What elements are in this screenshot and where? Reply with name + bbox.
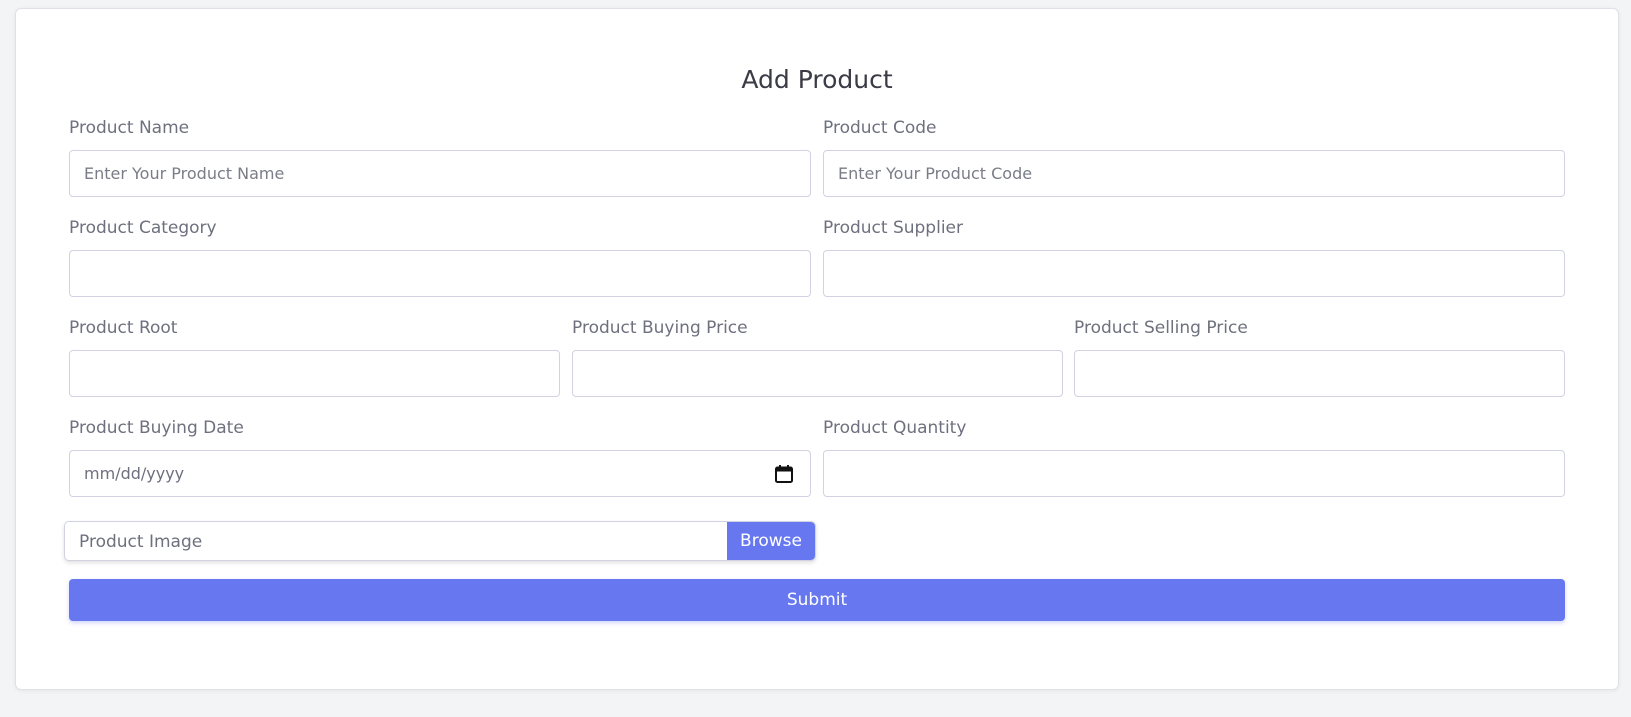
date-placeholder: mm/dd/yyyy xyxy=(84,464,185,483)
product-root-label: Product Root xyxy=(69,318,178,338)
product-image-label: Product Image xyxy=(79,532,203,552)
product-supplier-input[interactable] xyxy=(823,250,1565,297)
product-buying-price-input[interactable] xyxy=(572,350,1063,397)
product-buying-date-input[interactable]: mm/dd/yyyy xyxy=(69,450,811,497)
product-selling-price-input[interactable] xyxy=(1074,350,1565,397)
page-title: Add Product xyxy=(741,65,893,94)
product-quantity-label: Product Quantity xyxy=(823,418,967,438)
product-supplier-label: Product Supplier xyxy=(823,218,963,238)
product-category-input[interactable] xyxy=(69,250,811,297)
product-name-label: Product Name xyxy=(69,118,190,138)
product-root-input[interactable] xyxy=(69,350,560,397)
product-code-input[interactable] xyxy=(823,150,1565,197)
calendar-icon[interactable] xyxy=(774,464,794,484)
product-quantity-input[interactable] xyxy=(823,450,1565,497)
product-selling-price-label: Product Selling Price xyxy=(1074,318,1248,338)
submit-button[interactable]: Submit xyxy=(69,579,1565,621)
browse-button[interactable]: Browse xyxy=(727,522,815,560)
product-category-label: Product Category xyxy=(69,218,217,238)
product-image-file-input[interactable]: Product Image Browse xyxy=(64,521,816,561)
product-name-input[interactable] xyxy=(69,150,811,197)
product-code-label: Product Code xyxy=(823,118,937,138)
add-product-card: Add Product Product Name Product Code Pr… xyxy=(15,8,1619,690)
product-buying-date-label: Product Buying Date xyxy=(69,418,244,438)
product-buying-price-label: Product Buying Price xyxy=(572,318,748,338)
